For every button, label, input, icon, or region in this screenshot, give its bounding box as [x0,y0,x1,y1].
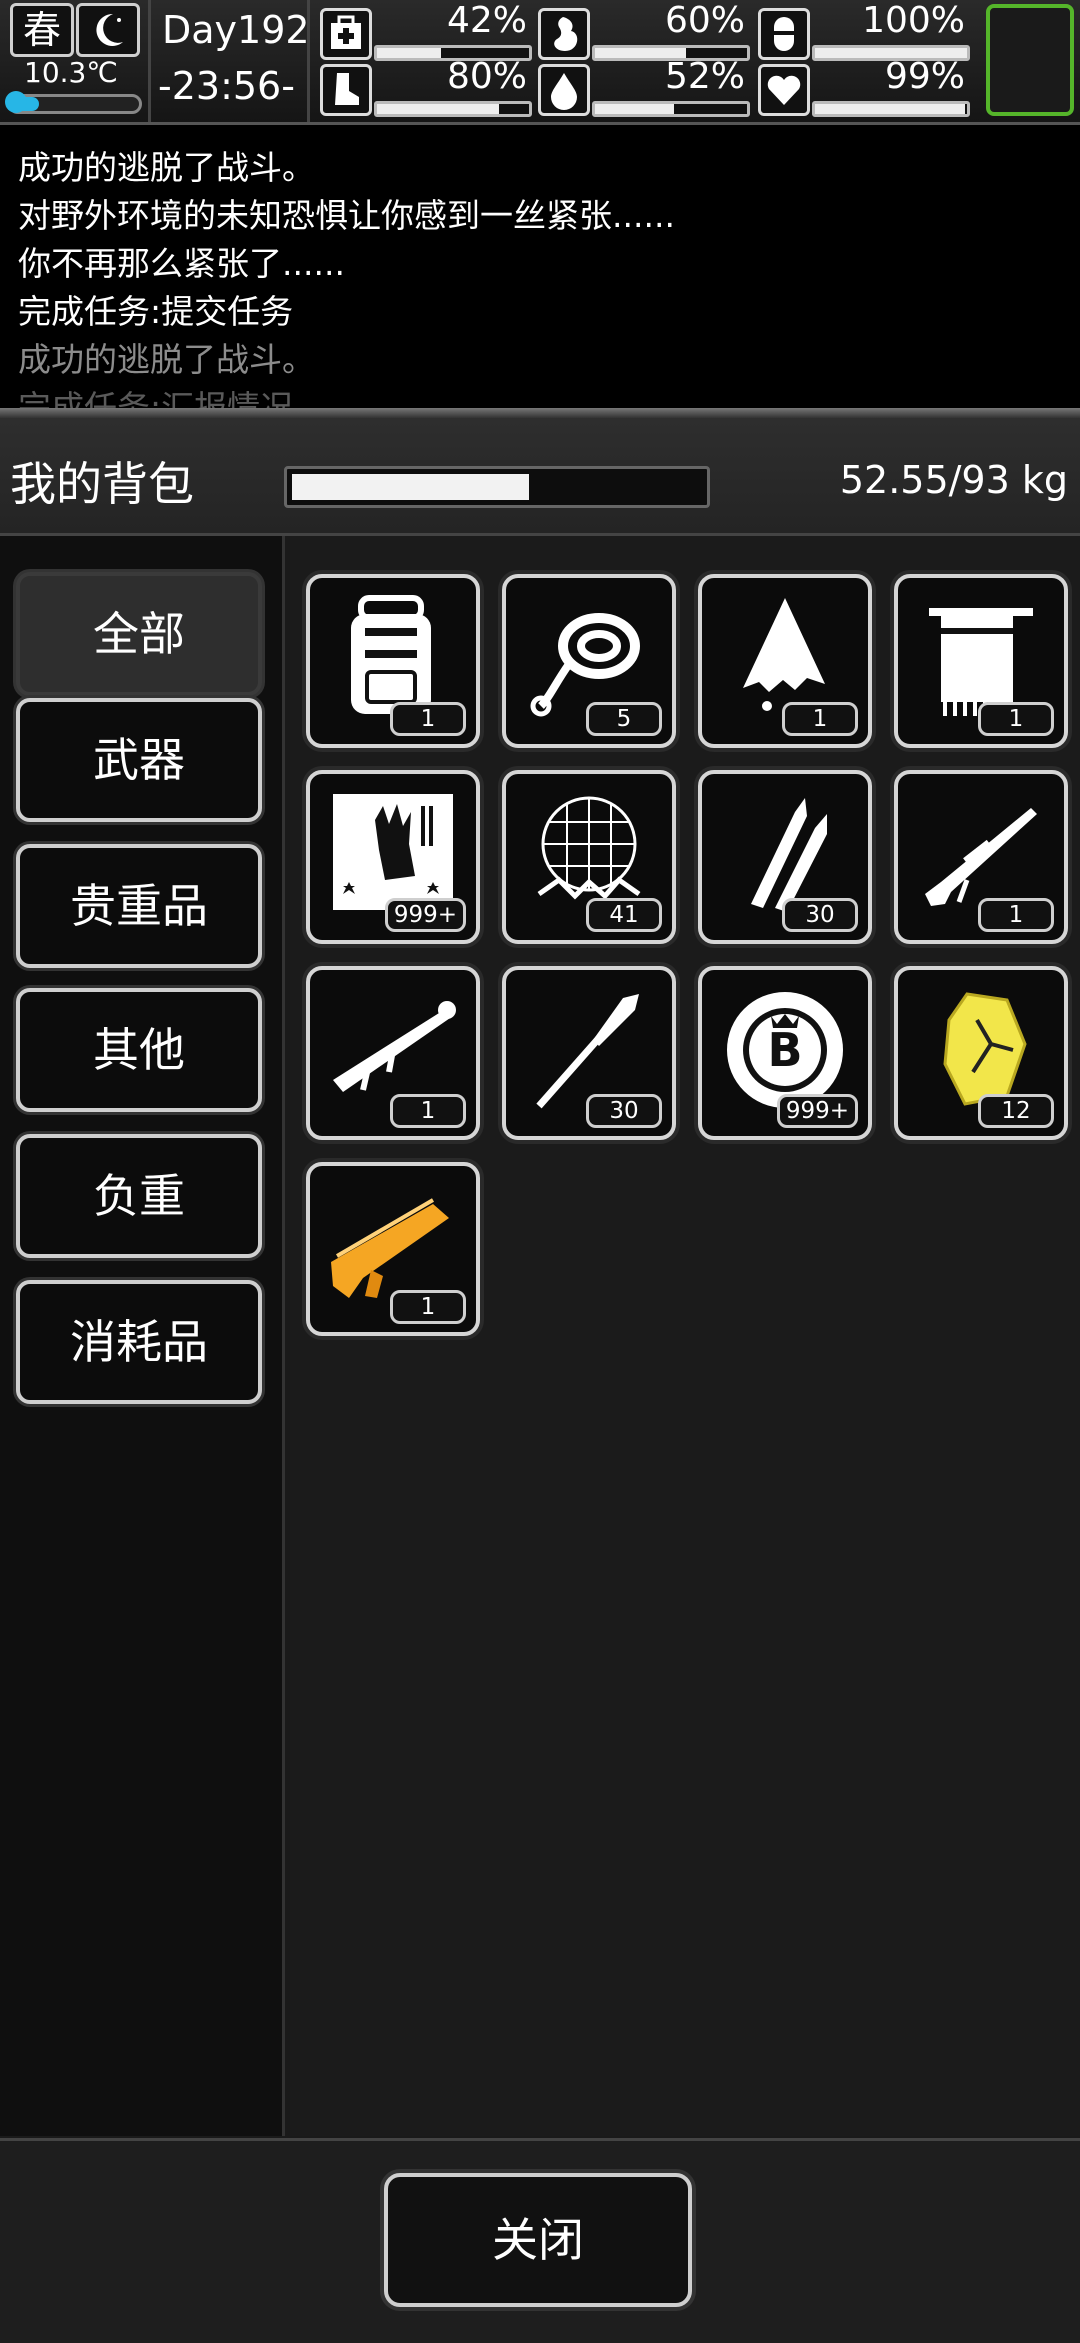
backpack-title: 我的背包 [10,457,194,511]
item-golden-gun[interactable]: 1 [306,1162,480,1336]
temperature-readout: 10.3℃ [24,56,118,89]
category-sidebar: 全部 武器 贵重品 其他 负重 消耗品 [0,536,285,2136]
item-sniper[interactable]: 1 [894,770,1068,944]
category-other[interactable]: 其他 [16,988,262,1112]
item-bullets[interactable]: 30 [698,770,872,944]
medkit-icon [320,8,372,60]
day-counter: Day192 [162,8,310,52]
backpack-header: 我的背包 52.55/93 kg [0,418,1080,536]
item-crystal[interactable]: 12 [894,966,1068,1140]
svg-text:B: B [767,1023,802,1077]
message-log: 成功的逃脱了战斗。 对野外环境的未知恐惧让你感到一丝紧张...... 你不再那么… [0,125,1080,410]
temperature-bar [5,91,142,114]
item-rocket-launcher[interactable]: 1 [306,966,480,1140]
item-net[interactable]: 41 [502,770,676,944]
close-button[interactable]: 关闭 [384,2173,692,2307]
stomach-icon [538,8,590,60]
category-carry[interactable]: 负重 [16,1134,262,1258]
stat-mood: 100% [758,0,973,61]
season-badge: 春 [10,3,74,57]
category-valuables[interactable]: 贵重品 [16,844,262,968]
log-line: 你不再那么紧张了...... [18,244,345,283]
pill-icon [758,8,810,60]
stat-heart: 99% [758,56,973,117]
foot-icon [320,64,372,116]
item-rocket-ammo[interactable]: 30 [502,966,676,1140]
item-coin[interactable]: B 999+ [698,966,872,1140]
thermometer-icon [5,91,27,113]
status-bar: 春 10.3℃ Day192 -23:56- 42% 60% 100% 80% … [0,0,1080,125]
category-weapons[interactable]: 武器 [16,698,262,822]
weight-bar [284,466,710,508]
item-poster[interactable]: 999+ [306,770,480,944]
item-cloth[interactable]: 1 [698,574,872,748]
category-consumables[interactable]: 消耗品 [16,1280,262,1404]
log-line: 完成任务:提交任务 [18,292,294,331]
item-backpack[interactable]: 1 [306,574,480,748]
game-clock: -23:56- [158,64,295,108]
weight-readout: 52.55/93 kg [839,458,1068,502]
stat-stamina: 80% [320,56,535,117]
category-all[interactable]: 全部 [16,572,262,696]
log-line: 对野外环境的未知恐惧让你感到一丝紧张...... [18,196,675,235]
backpack-panel: 我的背包 52.55/93 kg 全部 武器 贵重品 其他 负重 消耗品 1 5… [0,418,1080,2343]
log-line: 成功的逃脱了战斗。 [18,148,315,187]
stat-hunger: 60% [538,0,753,61]
equipment-slot[interactable] [986,4,1074,116]
log-line: 完成任务:汇报情况 [18,388,294,410]
log-line: 成功的逃脱了战斗。 [18,340,315,379]
divider [0,408,1080,418]
item-rope[interactable]: 5 [502,574,676,748]
water-drop-icon [538,64,590,116]
stat-health: 42% [320,0,535,61]
stat-thirst: 52% [538,56,753,117]
item-grid: 1 5 1 1 999+ 41 30 1 1 30 B 999+ 12 1 [290,536,1080,2136]
moon-icon [76,3,140,57]
heart-icon [758,64,810,116]
item-towel[interactable]: 1 [894,574,1068,748]
